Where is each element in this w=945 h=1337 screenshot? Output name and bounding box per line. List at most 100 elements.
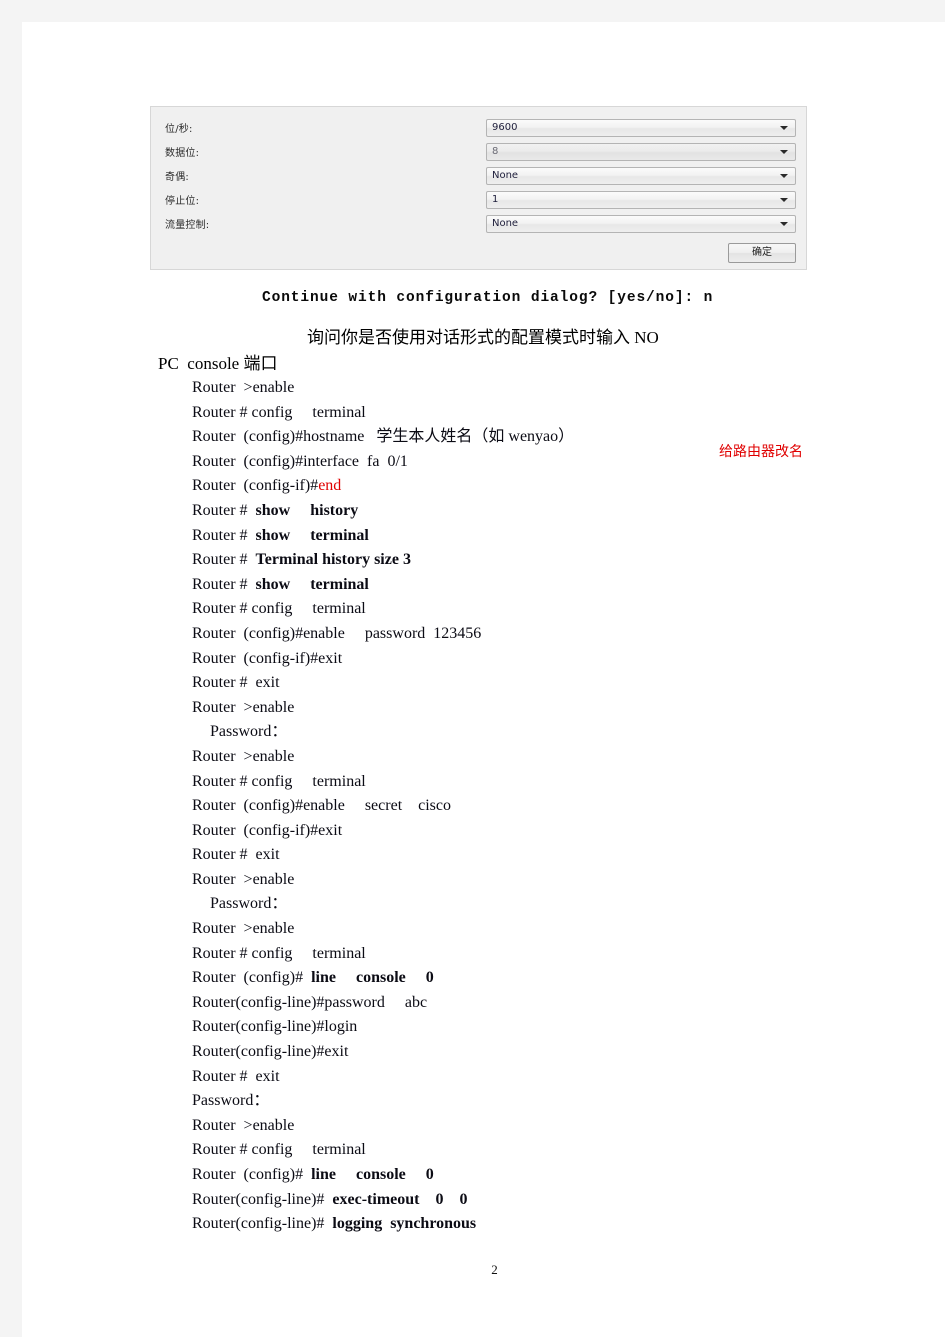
- command-emphasis: show history: [255, 501, 359, 519]
- serial-setting-row: 数据位: 8: [161, 140, 796, 163]
- command-line: Router (config)#interface fa 0/1: [22, 450, 945, 475]
- serial-setting-value: None: [492, 169, 519, 181]
- serial-setting-label: 停止位:: [165, 196, 200, 207]
- command-text: Router (config-if)#end: [22, 474, 341, 499]
- command-text: Router # exit: [22, 843, 280, 868]
- command-line: Router (config)#enable password 123456: [22, 622, 945, 647]
- command-line: Router >enable: [22, 696, 945, 721]
- command-segment: Router(config-line)#exit: [192, 1043, 349, 1061]
- command-text: Router # exit: [22, 1065, 280, 1090]
- command-line: Router >enable: [22, 1114, 945, 1139]
- command-segment: Password：: [210, 723, 288, 741]
- command-segment: Router (config)#interface fa 0/1: [192, 452, 408, 470]
- command-text: Router(config-line)# logging synchronous: [22, 1212, 476, 1237]
- command-segment: Router(config-line)#: [192, 1190, 333, 1208]
- serial-setting-select[interactable]: None: [486, 214, 796, 233]
- command-segment: Router >enable: [192, 1116, 295, 1134]
- command-line: Router (config)#enable secret cisco: [22, 794, 945, 819]
- serial-setting-select[interactable]: None: [486, 166, 796, 185]
- serial-setting-select[interactable]: 9600: [486, 118, 796, 137]
- command-line: Router >enable: [22, 868, 945, 893]
- command-line: Router(config-line)# logging synchronous: [22, 1212, 945, 1237]
- command-text: Password：: [22, 720, 287, 745]
- command-line: Password：: [22, 892, 945, 917]
- command-line: Router # show history: [22, 499, 945, 524]
- serial-setting-value: 8: [492, 145, 499, 157]
- command-segment: Router(config-line)#password abc: [192, 993, 428, 1011]
- command-text: Router (config)#interface fa 0/1: [22, 450, 408, 475]
- command-highlight: end: [318, 477, 342, 495]
- command-text: Router # exit: [22, 671, 280, 696]
- serial-setting-select[interactable]: 1: [486, 190, 796, 209]
- command-text: Router >enable: [22, 696, 294, 721]
- command-text: Router # config terminal: [22, 401, 366, 426]
- command-segment: Router # config terminal: [192, 600, 366, 618]
- command-segment: Router >enable: [192, 747, 295, 765]
- command-text: Router >enable: [22, 376, 294, 401]
- chevron-down-icon: [780, 173, 788, 178]
- command-text: Router (config)#hostname 学生本人姓名（如 wenyao…: [22, 425, 574, 450]
- command-text: Router # show terminal: [22, 573, 369, 598]
- command-segment: Router (config-if)#exit: [192, 649, 343, 667]
- command-segment: Router # config terminal: [192, 944, 366, 962]
- chevron-down-icon: [780, 221, 788, 226]
- serial-setting-row: 奇偶: None: [161, 164, 796, 187]
- command-text: Router # show history: [22, 499, 358, 524]
- serial-setting-label: 位/秒:: [165, 124, 193, 135]
- serial-setting-label: 奇偶:: [165, 172, 189, 183]
- serial-settings-dialog: 位/秒: 9600 数据位: 8 奇偶: None 停止位: 1 流量控制: None 确定: [150, 106, 807, 270]
- command-line: Router >enable: [22, 745, 945, 770]
- command-segment: Router (config)#enable password 123456: [192, 624, 482, 642]
- serial-setting-row: 位/秒: 9600: [161, 116, 796, 139]
- command-line: Router (config)#hostname 学生本人姓名（如 wenyao…: [22, 425, 945, 450]
- command-emphasis: exec-timeout 0 0: [332, 1190, 468, 1208]
- command-line: Router # exit: [22, 1065, 945, 1090]
- command-text: Router >enable: [22, 1114, 294, 1139]
- command-emphasis: line console 0: [311, 969, 434, 987]
- command-text: Router # config terminal: [22, 597, 366, 622]
- command-line: Router(config-line)#password abc: [22, 991, 945, 1016]
- command-line: Router (config-if)#exit: [22, 819, 945, 844]
- page-number: 2: [491, 1262, 498, 1277]
- command-text: Router # show terminal: [22, 524, 369, 549]
- command-line: Router(config-line)# exec-timeout 0 0: [22, 1188, 945, 1213]
- command-segment: Router (config)#hostname 学生本人姓名（如 wenyao…: [192, 428, 575, 446]
- command-text: Password：: [22, 1089, 269, 1114]
- command-segment: Router(config-line)#login: [192, 1018, 358, 1036]
- command-segment: Router #: [192, 501, 256, 519]
- command-text: Router # config terminal: [22, 942, 366, 967]
- chevron-down-icon: [780, 149, 788, 154]
- command-segment: Router # exit: [192, 846, 280, 864]
- serial-setting-label: 数据位:: [165, 148, 200, 159]
- command-line: Router # config terminal: [22, 942, 945, 967]
- document-page: 位/秒: 9600 数据位: 8 奇偶: None 停止位: 1 流量控制: None 确定 Co…: [22, 22, 945, 1337]
- command-segment: Router #: [192, 551, 256, 569]
- ok-button[interactable]: 确定: [728, 243, 796, 263]
- console-output-line: Continue with configuration dialog? [yes…: [262, 290, 714, 306]
- chevron-down-icon: [780, 125, 788, 130]
- command-text: Router(config-line)#login: [22, 1015, 357, 1040]
- command-segment: Router(config-line)#: [192, 1215, 333, 1233]
- command-text: Router (config)#enable password 123456: [22, 622, 481, 647]
- command-segment: Router >enable: [192, 698, 295, 716]
- command-text: Router # config terminal: [22, 1138, 366, 1163]
- command-text: Router >enable: [22, 745, 294, 770]
- command-text: Router (config-if)#exit: [22, 647, 342, 672]
- serial-settings-rows: 位/秒: 9600 数据位: 8 奇偶: None 停止位: 1 流量控制: None: [161, 116, 796, 235]
- serial-setting-value: 9600: [492, 121, 518, 133]
- dialog-caption: 询问你是否使用对话形式的配置模式时输入 NO: [307, 328, 659, 347]
- command-text: Router(config-line)# exec-timeout 0 0: [22, 1188, 467, 1213]
- command-line: Router # config terminal: [22, 597, 945, 622]
- command-line: Router # Terminal history size 3: [22, 548, 945, 573]
- command-emphasis: logging synchronous: [332, 1215, 477, 1233]
- command-line: Router (config-if)#exit: [22, 647, 945, 672]
- command-line: Password：: [22, 720, 945, 745]
- command-text: Router >enable: [22, 917, 294, 942]
- dialog-footer: 确定: [161, 236, 796, 263]
- command-line: Router # show terminal: [22, 573, 945, 598]
- serial-setting-value: 1: [492, 193, 499, 205]
- command-text: Router # Terminal history size 3: [22, 548, 411, 573]
- command-emphasis: show terminal: [255, 575, 369, 593]
- command-segment: Router (config-if)#exit: [192, 821, 343, 839]
- serial-setting-select[interactable]: 8: [486, 142, 796, 161]
